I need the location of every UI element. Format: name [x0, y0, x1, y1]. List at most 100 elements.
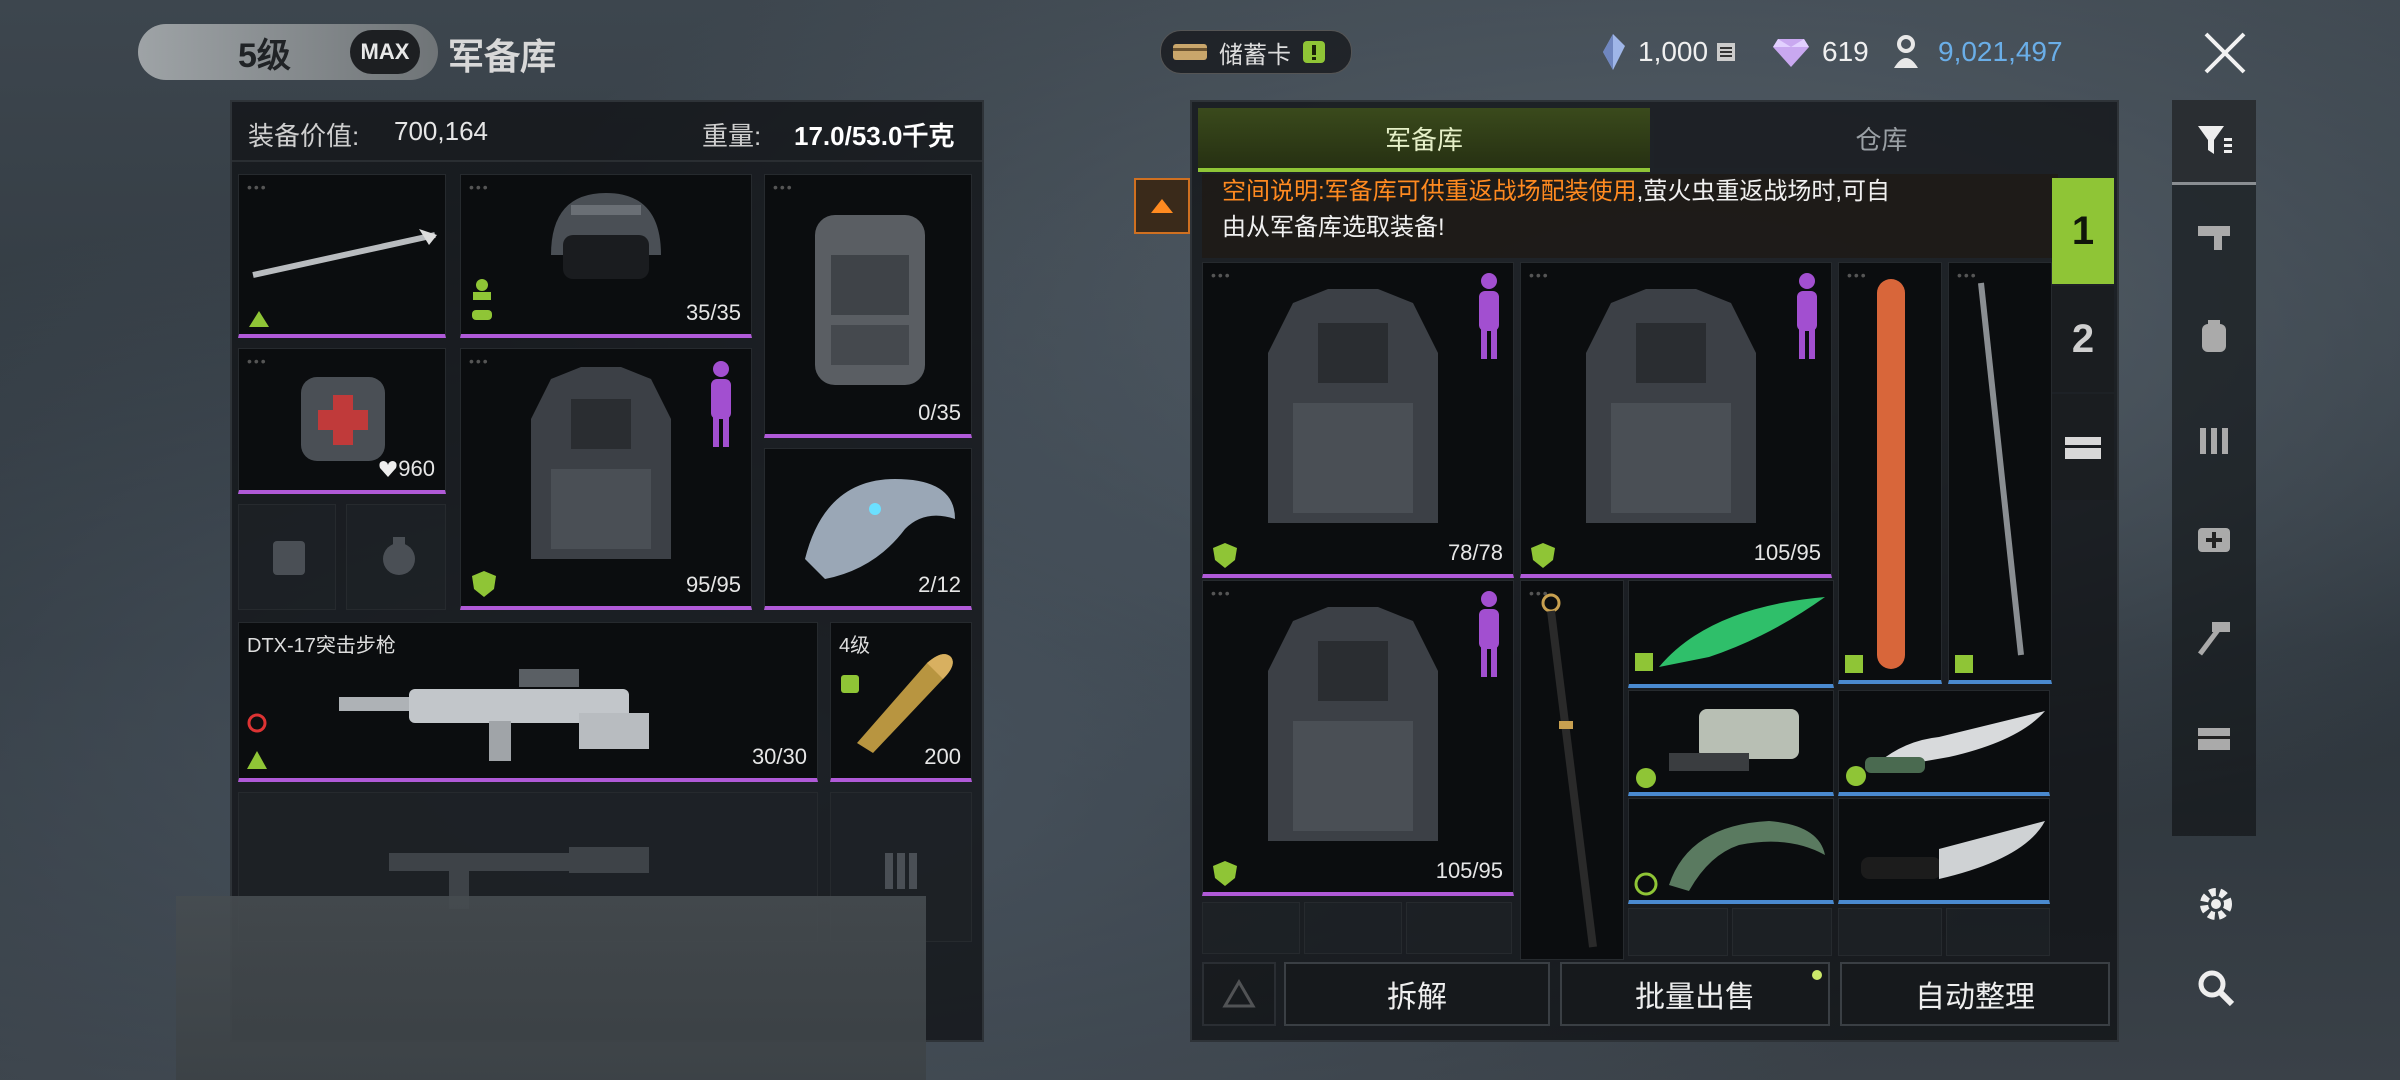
helmet-slot[interactable]: ••• 35/35 — [460, 174, 752, 338]
medkit-slot[interactable]: ••• 960 — [238, 348, 446, 494]
triangle-up-icon — [1151, 199, 1173, 213]
value-label: 装备价值: — [248, 121, 360, 151]
notice-text-2: 由从军备库选取装备! — [1222, 214, 1445, 241]
slot-dots: ••• — [469, 353, 490, 369]
armory-item-baton[interactable]: ••• — [1948, 262, 2052, 684]
armor-slot[interactable]: ••• 95/95 — [460, 348, 752, 610]
armory-item-camo-device[interactable] — [1628, 690, 1834, 796]
curved-blade-icon — [1659, 597, 1825, 667]
empty-cell[interactable] — [1946, 908, 2050, 956]
coin-amount: 9,021,497 — [1938, 36, 2063, 67]
armory-item-karambit[interactable] — [1628, 798, 1834, 904]
collapse-notice-button[interactable] — [1134, 178, 1190, 234]
perk-icon — [247, 713, 267, 769]
empty-cell[interactable] — [1406, 902, 1512, 954]
body-silhouette-icon — [1479, 273, 1499, 359]
perk-icon — [1635, 653, 1653, 671]
armory-item-hunting-knife[interactable] — [1838, 690, 2050, 796]
medkit-icon — [301, 377, 385, 461]
armory-item-vest[interactable]: ••• 78/78 — [1202, 262, 1514, 578]
close-icon[interactable] — [2200, 28, 2250, 78]
plate-placeholder-icon — [273, 541, 305, 575]
page-title: 军备库 — [448, 36, 557, 77]
pet-slot[interactable]: 2/12 — [764, 448, 972, 610]
backpack-capacity: 0/35 — [918, 400, 961, 425]
savings-card-button[interactable]: 储蓄卡 — [1160, 30, 1352, 74]
perk-icon — [841, 675, 859, 693]
empty-cell[interactable] — [1628, 908, 1728, 956]
crate-filter-icon[interactable] — [2194, 718, 2234, 758]
card-icon — [1173, 44, 1207, 60]
dragon-pet-icon — [805, 479, 955, 579]
melee-slot[interactable]: ••• — [238, 174, 446, 338]
pistol-icon[interactable] — [2194, 216, 2234, 256]
weapon-ammo: 30/30 — [751, 744, 807, 769]
backpack-filter-icon[interactable] — [2194, 316, 2234, 356]
diamond-amount: 619 — [1822, 36, 1869, 67]
search-icon[interactable] — [2196, 968, 2236, 1008]
armory-item-vest[interactable]: ••• 105/95 — [1202, 580, 1514, 896]
slot-dots: ••• — [247, 179, 268, 195]
helmet-icon — [551, 193, 661, 279]
ammo-filter-icon[interactable] — [2194, 418, 2234, 458]
filter-icon — [2198, 126, 2232, 154]
page-tab-storage[interactable] — [2052, 394, 2114, 500]
empty-cell[interactable] — [1202, 902, 1300, 954]
medkit-filter-icon[interactable] — [2194, 518, 2234, 558]
body-silhouette-icon — [1797, 273, 1817, 359]
plate-slot-empty[interactable] — [238, 504, 336, 610]
page-tab-1[interactable]: 1 — [2052, 178, 2114, 284]
tab-warehouse[interactable]: 仓库 — [1654, 108, 2109, 168]
armor-vest-icon — [1268, 289, 1438, 523]
karambit-icon — [1669, 821, 1825, 891]
category-filter-rail — [2172, 100, 2256, 836]
coin-bag-icon — [1894, 35, 1918, 68]
camo-gadget-icon — [1669, 709, 1799, 771]
gear-icon[interactable] — [2196, 884, 2236, 924]
bulk-sell-button[interactable]: 批量出售 — [1560, 962, 1830, 1026]
backpack-slot[interactable]: ••• 0/35 — [764, 174, 972, 438]
vest-durability: 105/95 — [1435, 858, 1503, 883]
armory-item-sausage[interactable]: ••• — [1838, 262, 1942, 684]
backpack-icon — [815, 215, 925, 385]
recycle-button[interactable] — [1202, 962, 1276, 1026]
body-silhouette-icon — [711, 361, 731, 447]
hammer-icon[interactable] — [2194, 618, 2234, 658]
armory-item-vest[interactable]: ••• 105/95 — [1520, 262, 1832, 578]
armory-item-staff[interactable]: ••• — [1520, 580, 1624, 960]
body-silhouette-icon — [1479, 591, 1499, 677]
armory-item-knife-green[interactable] — [1628, 580, 1834, 688]
auto-sort-button[interactable]: 自动整理 — [1840, 962, 2110, 1026]
helmet-durability: 35/35 — [685, 300, 741, 325]
ammo-slot[interactable]: 4级 200 — [830, 622, 972, 782]
staff-icon — [1541, 593, 1597, 948]
shield-icon — [472, 571, 496, 597]
empty-cell[interactable] — [1732, 908, 1832, 956]
dismantle-button[interactable]: 拆解 — [1284, 962, 1550, 1026]
weight-amount: 17.0/53.0千克 — [794, 121, 955, 151]
level-text: 5级 — [238, 36, 291, 75]
armory-item-combat-knife[interactable] — [1838, 798, 2050, 904]
crystal-icon — [1603, 34, 1625, 70]
level-badge[interactable]: 5级 MAX — [138, 24, 438, 80]
slot-dots: ••• — [1211, 267, 1232, 283]
armor-durability: 95/95 — [685, 572, 741, 597]
empty-cell[interactable] — [1304, 902, 1402, 954]
combat-knife-icon — [1861, 821, 2045, 879]
page-tab-2[interactable]: 2 — [2052, 286, 2114, 392]
spear-icon — [252, 229, 437, 278]
empty-cell[interactable] — [1838, 908, 1942, 956]
slot-dots: ••• — [773, 179, 794, 195]
grenade-placeholder-icon — [383, 537, 415, 575]
shield-icon — [1213, 861, 1237, 886]
armory-panel: 军备库 仓库 空间说明:军备库可供重返战场配装使用,萤火虫重返战场时,可自 由从… — [1134, 100, 2119, 1042]
perk-icon — [1846, 766, 1866, 786]
notice-highlight: 空间说明:军备库可供重返战场配装使用 — [1222, 178, 1637, 205]
grenade-slot-empty[interactable] — [346, 504, 446, 610]
vest-durability: 78/78 — [1447, 540, 1503, 565]
primary-weapon-slot[interactable]: DTX-17突击步枪 30/30 — [238, 622, 818, 782]
diamond-currency: 619 — [1772, 32, 1869, 72]
tab-armory[interactable]: 军备库 — [1198, 108, 1650, 172]
slot-dots: ••• — [469, 179, 490, 195]
filter-all-button[interactable] — [2172, 100, 2256, 185]
